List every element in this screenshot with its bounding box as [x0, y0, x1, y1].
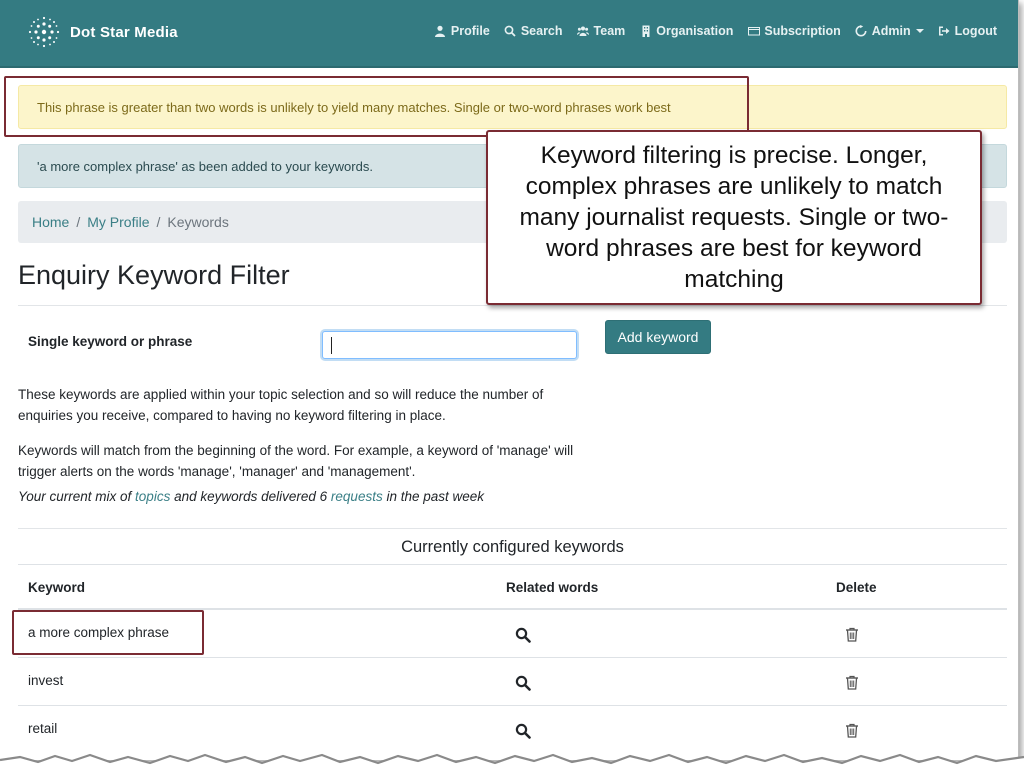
keyword-row-highlight-box: [12, 610, 204, 655]
summary-text-b: and keywords delivered 6: [170, 489, 331, 504]
header-keyword: Keyword: [28, 580, 86, 595]
nav-admin-label: Admin: [871, 24, 911, 38]
credit-card-icon: [747, 25, 760, 38]
nav-search-label: Search: [520, 24, 563, 38]
callout-text: Keyword filtering is precise. Longer, co…: [519, 142, 949, 293]
topics-link[interactable]: topics: [135, 489, 170, 504]
breadcrumb-home[interactable]: Home: [32, 214, 69, 230]
table-title: Currently configured keywords: [401, 538, 624, 556]
info-paragraph-1: These keywords are applied within your t…: [18, 387, 544, 423]
table-row: invest: [18, 657, 1007, 705]
search-icon[interactable]: [515, 723, 531, 739]
search-icon[interactable]: [515, 627, 531, 643]
brand-logo-icon: [28, 16, 60, 48]
trash-icon[interactable]: [845, 675, 859, 690]
team-icon: [577, 25, 590, 38]
search-icon[interactable]: [515, 675, 531, 691]
summary-text-c: in the past week: [382, 489, 485, 504]
nav-logout-label: Logout: [954, 24, 997, 38]
nav-logout[interactable]: Logout: [938, 24, 997, 38]
torn-edge-decoration: [0, 753, 1024, 778]
logout-icon: [938, 25, 951, 38]
nav-team-label: Team: [593, 24, 626, 38]
header-related-words: Related words: [506, 580, 599, 595]
main-nav: Profile Search Team Organisation Subscri…: [434, 24, 997, 38]
navbar: Dot Star Media Profile Search Team Organ…: [0, 0, 1018, 68]
chevron-down-icon: [915, 29, 924, 33]
nav-subscription-label: Subscription: [764, 24, 841, 38]
annotation-callout: Keyword filtering is precise. Longer, co…: [486, 130, 982, 305]
nav-profile-label: Profile: [450, 24, 490, 38]
keyword-cell: invest: [28, 673, 64, 688]
summary-text-a: Your current mix of: [18, 489, 136, 504]
page-title: Enquiry Keyword Filter: [18, 260, 290, 290]
add-keyword-button[interactable]: Add keyword: [605, 320, 711, 354]
keyword-input[interactable]: [322, 331, 577, 359]
divider: [18, 528, 1007, 529]
keyword-cell: retail: [28, 721, 58, 736]
breadcrumb-separator: /: [156, 214, 161, 230]
nav-search[interactable]: Search: [504, 24, 563, 38]
info-paragraph-2: Keywords will match from the beginning o…: [18, 443, 574, 479]
divider: [18, 305, 1007, 306]
nav-profile[interactable]: Profile: [434, 24, 490, 38]
building-icon: [639, 25, 652, 38]
keywords-table: Keyword Related words Delete a more comp…: [18, 564, 1007, 753]
nav-team[interactable]: Team: [577, 24, 626, 38]
requests-link[interactable]: requests: [331, 489, 383, 504]
search-icon: [504, 25, 517, 38]
nav-organisation[interactable]: Organisation: [639, 24, 733, 38]
trash-icon[interactable]: [845, 627, 859, 642]
breadcrumb-separator: /: [76, 214, 81, 230]
warning-highlight-box: [4, 76, 749, 137]
nav-admin-dropdown[interactable]: Admin: [855, 24, 924, 38]
app-window: Dot Star Media Profile Search Team Organ…: [0, 0, 1019, 760]
user-icon: [434, 25, 447, 38]
nav-organisation-label: Organisation: [656, 24, 734, 38]
breadcrumb-current: Keywords: [167, 214, 229, 230]
table-header-row: Keyword Related words Delete: [18, 564, 1007, 609]
nav-subscription[interactable]: Subscription: [747, 24, 841, 38]
request-summary: Your current mix of topics and keywords …: [18, 486, 598, 507]
brand-name: Dot Star Media: [70, 23, 178, 41]
refresh-icon: [855, 25, 868, 38]
keyword-field-label: Single keyword or phrase: [28, 334, 193, 349]
info-alert-text: 'a more complex phrase' as been added to…: [37, 159, 373, 174]
header-delete: Delete: [836, 580, 877, 595]
text-cursor: [331, 337, 332, 354]
breadcrumb-my-profile[interactable]: My Profile: [87, 214, 149, 230]
trash-icon[interactable]: [845, 723, 859, 738]
brand[interactable]: Dot Star Media: [26, 14, 178, 50]
